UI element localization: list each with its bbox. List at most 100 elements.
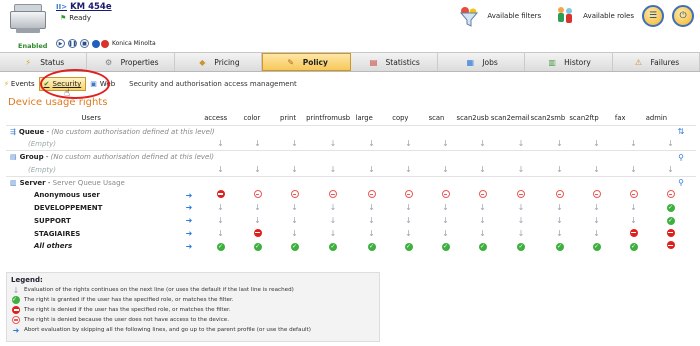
right-cell[interactable]: ↓ — [578, 203, 615, 212]
play-icon[interactable]: ▶ — [56, 39, 65, 48]
right-cell[interactable]: ↓ — [464, 216, 501, 225]
menu-round-button[interactable]: ☰ — [642, 5, 664, 27]
right-cell[interactable]: ✓ — [541, 242, 578, 251]
abort-arrow-icon[interactable]: ➜ — [176, 216, 202, 225]
continue-icon[interactable]: ↓ — [330, 165, 337, 174]
continue-icon[interactable]: ↓ — [291, 165, 298, 174]
right-cell[interactable]: ↓ — [501, 229, 541, 238]
right-cell[interactable]: ↓ — [239, 203, 276, 212]
right-cell[interactable]: ↓ — [541, 229, 578, 238]
continue-icon[interactable]: ↓ — [479, 165, 486, 174]
continue-icon[interactable]: ↓ — [442, 165, 449, 174]
right-cell[interactable] — [464, 190, 501, 200]
user-name[interactable]: All others — [6, 242, 176, 250]
continue-icon[interactable]: ↓ — [593, 139, 600, 148]
right-cell[interactable]: ↓ — [464, 229, 501, 238]
right-cell[interactable]: ↓ — [541, 216, 578, 225]
continue-icon[interactable]: ↓ — [291, 139, 298, 148]
right-cell[interactable] — [239, 190, 276, 200]
tab-properties[interactable]: ⚙ Properties — [87, 53, 175, 71]
right-cell[interactable]: ↓ — [353, 203, 390, 212]
tab-pricing[interactable]: ◆ Pricing — [175, 53, 263, 71]
abort-arrow-icon[interactable]: ➜ — [176, 191, 202, 200]
right-cell[interactable]: ↓ — [390, 203, 427, 212]
continue-icon[interactable]: ↓ — [556, 139, 563, 148]
right-cell[interactable]: ↓ — [464, 203, 501, 212]
subtab-events[interactable]: ⚡ Events — [0, 77, 39, 91]
right-cell[interactable] — [652, 228, 689, 239]
right-cell[interactable]: ✓ — [578, 242, 615, 251]
right-cell[interactable] — [652, 241, 689, 251]
right-cell[interactable]: ↓ — [390, 216, 427, 225]
stop-icon[interactable]: ■ — [80, 39, 89, 48]
right-cell[interactable]: ✓ — [390, 242, 427, 251]
continue-icon[interactable]: ↓ — [518, 165, 525, 174]
continue-icon[interactable]: ↓ — [479, 139, 486, 148]
abort-arrow-icon[interactable]: ➜ — [176, 229, 202, 238]
continue-icon[interactable]: ↓ — [630, 139, 637, 148]
abort-arrow-icon[interactable]: ➜ — [176, 203, 202, 212]
continue-icon[interactable]: ↓ — [368, 165, 375, 174]
right-cell[interactable] — [276, 190, 313, 200]
continue-icon[interactable]: ↓ — [442, 139, 449, 148]
right-cell[interactable]: ↓ — [615, 203, 652, 212]
tab-statistics[interactable]: ▤ Statistics — [351, 53, 438, 71]
continue-icon[interactable]: ↓ — [405, 139, 412, 148]
continue-icon[interactable]: ↓ — [254, 165, 261, 174]
right-cell[interactable]: ✓ — [353, 242, 390, 251]
right-cell[interactable]: ↓ — [541, 203, 578, 212]
right-cell[interactable]: ✓ — [239, 242, 276, 251]
right-cell[interactable] — [541, 190, 578, 200]
user-name[interactable]: STAGIAIRES — [6, 230, 176, 238]
right-cell[interactable]: ✓ — [202, 242, 239, 251]
right-cell[interactable]: ↓ — [501, 216, 541, 225]
right-cell[interactable] — [202, 190, 239, 200]
right-cell[interactable]: ✓ — [501, 242, 541, 251]
right-cell[interactable]: ↓ — [202, 216, 239, 225]
right-cell[interactable] — [390, 190, 427, 200]
pause-icon[interactable]: ❚❚ — [68, 39, 77, 48]
right-cell[interactable]: ↓ — [353, 216, 390, 225]
continue-icon[interactable]: ↓ — [217, 139, 224, 148]
right-cell[interactable]: ↓ — [390, 229, 427, 238]
right-cell[interactable]: ↓ — [202, 229, 239, 238]
user-name[interactable]: Anonymous user — [6, 191, 176, 199]
right-cell[interactable]: ↓ — [427, 229, 464, 238]
tab-jobs[interactable]: ▦ Jobs — [438, 53, 526, 71]
continue-icon[interactable]: ↓ — [254, 139, 261, 148]
right-cell[interactable] — [578, 190, 615, 200]
right-cell[interactable] — [615, 190, 652, 200]
right-cell[interactable]: ↓ — [313, 216, 353, 225]
right-cell[interactable]: ↓ — [578, 229, 615, 238]
sort-icon[interactable]: ⇅ — [670, 127, 692, 136]
available-filters[interactable]: Available filters — [455, 2, 541, 30]
search-icon[interactable]: ⚲ — [670, 178, 692, 187]
search-icon[interactable]: ⚲ — [670, 153, 692, 162]
right-cell[interactable]: ↓ — [276, 229, 313, 238]
continue-icon[interactable]: ↓ — [667, 165, 674, 174]
right-cell[interactable] — [615, 228, 652, 239]
right-cell[interactable]: ✓ — [313, 242, 353, 251]
continue-icon[interactable]: ↓ — [330, 139, 337, 148]
right-cell[interactable]: ↓ — [239, 216, 276, 225]
right-cell[interactable]: ↓ — [427, 216, 464, 225]
right-cell[interactable]: ↓ — [353, 229, 390, 238]
right-cell[interactable]: ✓ — [464, 242, 501, 251]
user-name[interactable]: SUPPORT — [6, 217, 176, 225]
continue-icon[interactable]: ↓ — [217, 165, 224, 174]
printer-name-link[interactable]: II> KM 454e — [56, 2, 112, 12]
available-roles[interactable]: Available roles — [551, 2, 634, 30]
continue-icon[interactable]: ↓ — [630, 165, 637, 174]
right-cell[interactable] — [427, 190, 464, 200]
tab-history[interactable]: ▥ History — [525, 53, 613, 71]
right-cell[interactable]: ✓ — [652, 216, 689, 226]
continue-icon[interactable]: ↓ — [556, 165, 563, 174]
right-cell[interactable]: ✓ — [276, 242, 313, 251]
right-cell[interactable]: ↓ — [501, 203, 541, 212]
right-cell[interactable]: ↓ — [276, 216, 313, 225]
tab-failures[interactable]: ⚠ Failures — [613, 53, 700, 71]
tab-policy[interactable]: ✎ Policy — [262, 53, 351, 71]
continue-icon[interactable]: ↓ — [405, 165, 412, 174]
right-cell[interactable]: ↓ — [427, 203, 464, 212]
abort-arrow-icon[interactable]: ➜ — [176, 242, 202, 251]
